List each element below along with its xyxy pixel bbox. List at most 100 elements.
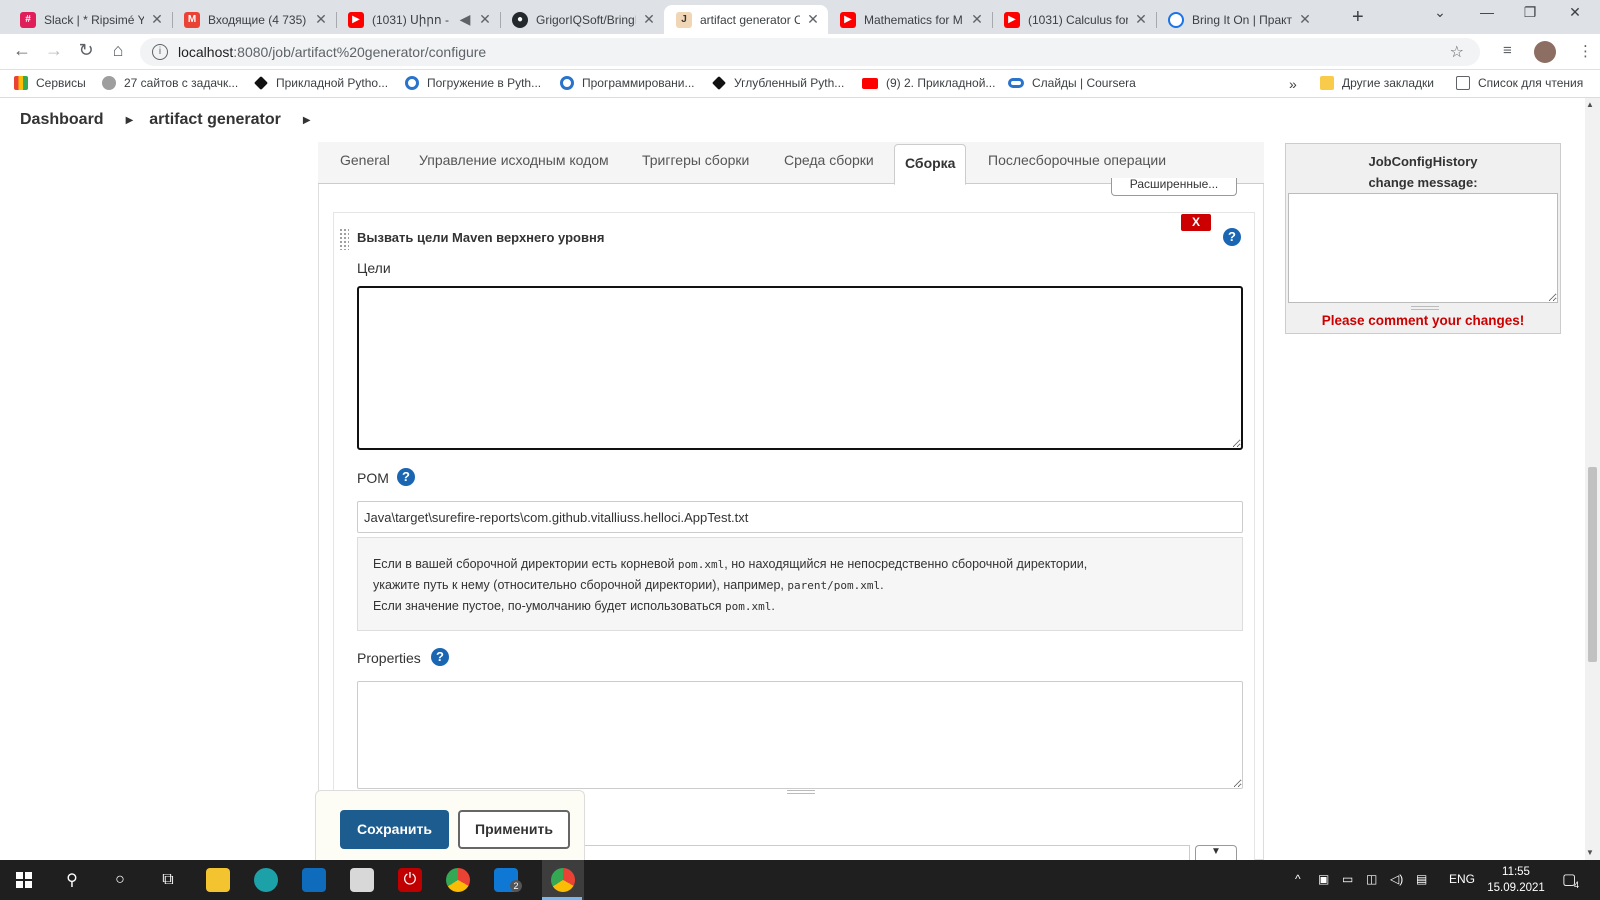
bookmark-advanced-python[interactable]: Углубленный Pyth... — [712, 76, 844, 90]
outlook-icon[interactable] — [302, 868, 326, 892]
profile-avatar[interactable] — [1534, 41, 1556, 63]
breadcrumb-job[interactable]: artifact generator — [149, 111, 281, 129]
menu-kebab-icon[interactable]: ⋮ — [1578, 42, 1593, 60]
cortana-icon[interactable]: ○ — [108, 868, 132, 892]
close-tab-icon[interactable]: ✕ — [970, 11, 984, 28]
chrome-icon[interactable] — [446, 868, 470, 892]
help-icon[interactable]: ? — [397, 468, 415, 486]
bookmark-youtube-applied[interactable]: (9) 2. Прикладной... — [862, 76, 995, 90]
breadcrumb-dashboard[interactable]: Dashboard — [20, 111, 104, 129]
tab-environment[interactable]: Среда сборки — [784, 152, 874, 168]
tab-search-icon[interactable]: ⌄ — [1425, 4, 1455, 21]
browser-tab-youtube-music[interactable]: ▶ (1031) Սիրո - ◀ ✕ — [336, 5, 500, 34]
resize-grip-icon[interactable] — [787, 790, 815, 794]
resize-grip-icon[interactable] — [1411, 306, 1439, 310]
browser-tab-bring-it-on[interactable]: Bring It On | Практ ✕ — [1156, 5, 1320, 34]
tab-scm[interactable]: Управление исходным кодом — [419, 152, 609, 168]
tab-general[interactable]: General — [340, 152, 390, 168]
close-tab-icon[interactable]: ✕ — [150, 11, 164, 28]
bookmark-other-folder[interactable]: Другие закладки — [1320, 76, 1434, 90]
bookmark-coursera-slides[interactable]: Слайды | Coursera — [1008, 76, 1136, 90]
change-message-textarea[interactable] — [1288, 193, 1558, 303]
help-icon[interactable]: ? — [431, 648, 449, 666]
search-icon[interactable]: ⚲ — [60, 868, 84, 892]
edge-icon[interactable] — [254, 868, 278, 892]
task-view-icon[interactable]: ⧉ — [156, 868, 180, 892]
tab-build[interactable]: Сборка — [894, 144, 967, 185]
network-icon[interactable]: ◫ — [1366, 872, 1377, 886]
scrollbar-thumb[interactable] — [1588, 467, 1597, 662]
close-window-icon[interactable]: ✕ — [1560, 4, 1590, 21]
keyboard-icon[interactable]: ▤ — [1416, 872, 1427, 886]
address-bar[interactable]: i localhost:8080/job/artifact%20generato… — [140, 38, 1480, 66]
bookmarks-bar: Сервисы 27 сайтов с задачк... Прикладной… — [0, 70, 1600, 98]
save-button[interactable]: Сохранить — [340, 810, 449, 849]
browser-tab-mathematics[interactable]: ▶ Mathematics for M ✕ — [828, 5, 992, 34]
bookmark-label: Другие закладки — [1342, 76, 1434, 90]
bookmark-star-icon[interactable]: ☆ — [1450, 42, 1464, 62]
taskbar-clock[interactable]: 11:55 15.09.2021 — [1486, 864, 1546, 896]
restore-icon[interactable]: ❐ — [1515, 4, 1545, 21]
tray-chevron-icon[interactable]: ^ — [1295, 872, 1301, 886]
close-tab-icon[interactable]: ✕ — [642, 11, 656, 28]
drag-handle-icon[interactable] — [339, 228, 349, 250]
file-explorer-icon[interactable] — [206, 868, 230, 892]
pom-input[interactable] — [357, 501, 1243, 533]
chevron-right-icon[interactable]: ▶ — [303, 115, 311, 126]
back-icon[interactable]: ← — [10, 40, 34, 61]
language-indicator[interactable]: ENG — [1449, 872, 1475, 886]
properties-label: Properties — [357, 650, 421, 666]
tab-post-build[interactable]: Послесборочные операции — [988, 152, 1166, 168]
apply-button[interactable]: Применить — [458, 810, 570, 849]
browser-tab-jenkins[interactable]: J artifact generator C ✕ — [664, 5, 828, 34]
coursera-icon — [405, 76, 419, 90]
close-tab-icon[interactable]: ✕ — [314, 11, 328, 28]
browser-tab-github[interactable]: ● GrigorIQSoft/BringI ✕ — [500, 5, 664, 34]
bookmark-python-dive[interactable]: Погружение в Pyth... — [405, 76, 541, 90]
side-title-line: change message: — [1368, 175, 1478, 190]
browser-tab-slack[interactable]: # Slack | * Ripsimé Ye ✕ — [8, 5, 172, 34]
help-icon[interactable]: ? — [1223, 228, 1241, 246]
tray-device-icon[interactable]: ▣ — [1318, 872, 1329, 886]
close-tab-icon[interactable]: ✕ — [1134, 11, 1148, 28]
url-text[interactable]: localhost:8080/job/artifact%20generator/… — [178, 44, 486, 60]
bookmark-services[interactable]: Сервисы — [14, 76, 86, 90]
close-tab-icon[interactable]: ✕ — [806, 11, 820, 28]
delete-step-button[interactable]: X — [1181, 214, 1211, 231]
reading-list-button[interactable]: Список для чтения — [1456, 76, 1583, 90]
goals-textarea[interactable] — [357, 286, 1243, 450]
help-line-2: укажите путь к нему (относительно сбороч… — [373, 575, 1227, 596]
home-icon[interactable]: ⌂ — [106, 40, 130, 61]
store-icon[interactable] — [350, 868, 374, 892]
reading-list-icon[interactable]: ≡ — [1503, 42, 1512, 59]
speaker-muted-icon[interactable]: ◀ — [458, 11, 472, 28]
bookmark-programming[interactable]: Программировани... — [560, 76, 695, 90]
mail-badge: 2 — [510, 880, 522, 892]
advanced-button[interactable]: Расширенные... — [1111, 178, 1237, 196]
new-tab-button[interactable]: + — [1352, 6, 1364, 29]
close-tab-icon[interactable]: ✕ — [1298, 11, 1312, 28]
properties-textarea[interactable] — [357, 681, 1243, 789]
tab-triggers[interactable]: Триггеры сборки — [642, 152, 749, 168]
site-info-icon[interactable]: i — [152, 44, 168, 60]
bookmarks-more-icon[interactable]: » — [1289, 76, 1297, 92]
reload-icon[interactable]: ↻ — [74, 40, 98, 61]
forward-icon[interactable]: → — [42, 40, 66, 61]
bookmark-27-sites[interactable]: 27 сайтов с задачк... — [102, 76, 238, 90]
close-tab-icon[interactable]: ✕ — [478, 11, 492, 28]
windows-start-icon[interactable] — [12, 868, 36, 892]
volume-icon[interactable]: ◁) — [1390, 872, 1403, 886]
browser-tab-calculus[interactable]: ▶ (1031) Calculus for ✕ — [992, 5, 1156, 34]
help-code: parent/pom.xml — [787, 579, 881, 592]
chevron-right-icon[interactable]: ▶ — [126, 115, 134, 126]
scroll-up-icon[interactable]: ▲ — [1586, 100, 1594, 109]
bookmark-applied-python[interactable]: Прикладной Pytho... — [254, 76, 388, 90]
battery-icon[interactable]: ▭ — [1342, 872, 1353, 886]
scroll-down-icon[interactable]: ▼ — [1586, 848, 1594, 857]
power-app-icon[interactable]: ⏻ — [398, 868, 422, 892]
bookmark-label: 27 сайтов с задачк... — [124, 76, 239, 90]
browser-tab-gmail[interactable]: M Входящие (4 735) - ✕ — [172, 5, 336, 34]
chrome-active-icon[interactable] — [551, 868, 575, 892]
bookmark-label: Слайды | Coursera — [1032, 76, 1136, 90]
minimize-icon[interactable]: — — [1472, 4, 1502, 20]
